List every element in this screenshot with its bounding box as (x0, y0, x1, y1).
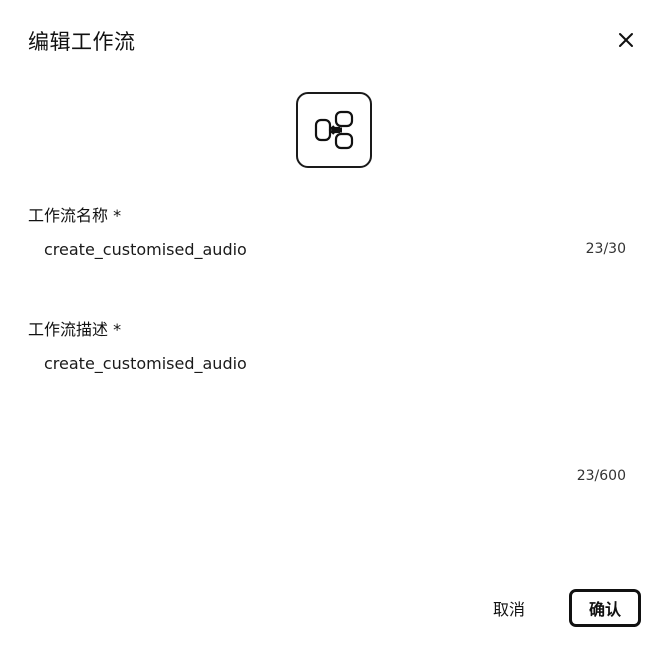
confirm-button[interactable]: 确认 (569, 589, 641, 627)
cancel-button[interactable]: 取消 (482, 594, 536, 622)
workflow-description-char-counter: 23/600 (576, 468, 626, 484)
workflow-name-label: 工作流名称 * (28, 206, 122, 225)
workflow-share-icon (314, 110, 354, 150)
close-button[interactable] (612, 26, 640, 54)
edit-workflow-dialog: 编辑工作流 工作流名称 * 23/30 工作流描述 * create_custo… (0, 0, 670, 650)
workflow-icon-picker[interactable] (296, 92, 372, 168)
workflow-description-textarea[interactable]: create_customised_audio (28, 352, 642, 462)
workflow-name-char-counter: 23/30 (585, 241, 626, 257)
workflow-description-label: 工作流描述 * (28, 320, 122, 339)
workflow-name-input[interactable] (28, 236, 642, 264)
close-icon (619, 33, 633, 47)
dialog-title: 编辑工作流 (28, 30, 136, 54)
